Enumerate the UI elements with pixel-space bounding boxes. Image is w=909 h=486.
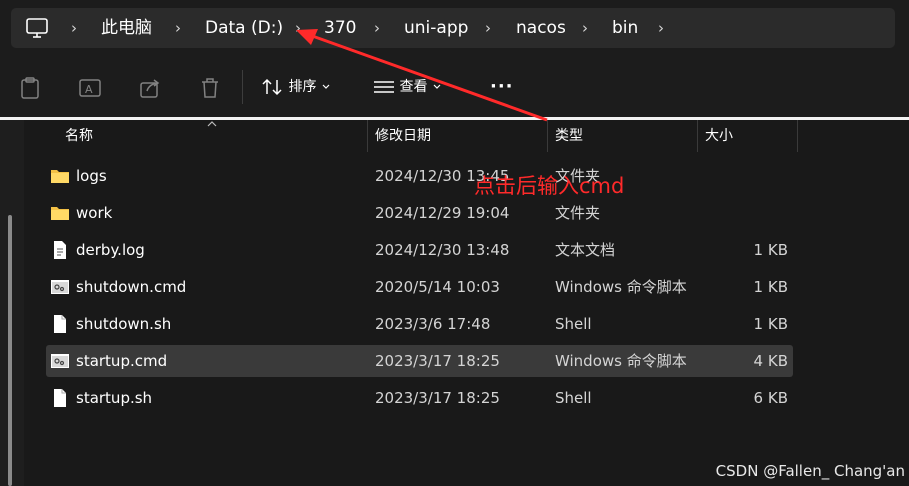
annotation-text: 点击后输入cmd — [474, 174, 625, 198]
watermark: CSDN @Fallen_ Chang'an — [715, 462, 905, 480]
annotation-arrow — [296, 29, 548, 122]
